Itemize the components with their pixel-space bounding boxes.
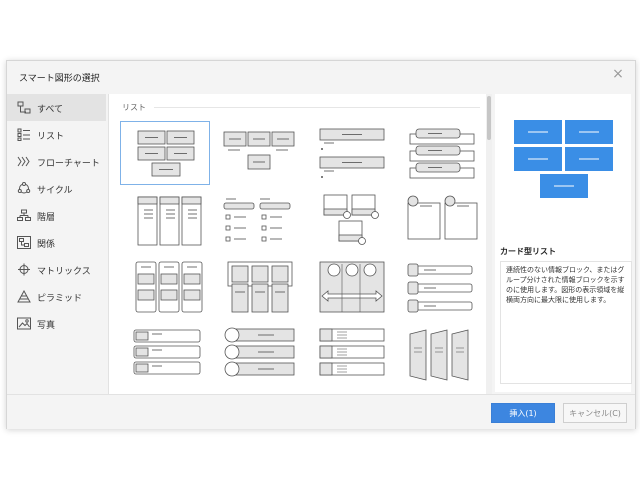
preview-image xyxy=(514,120,613,198)
dialog-title: スマート図形の選択 xyxy=(19,74,100,84)
pyramid-icon xyxy=(17,290,31,303)
perspective-panels-thumbnail xyxy=(409,329,469,381)
shape-card-list[interactable] xyxy=(120,121,210,185)
smart-shape-dialog: スマート図形の選択 × すべて リスト フローチャート サイクル 階層 関係 マ… xyxy=(6,60,636,429)
grouped-list-thumbnail xyxy=(223,131,295,170)
sidebar-item-label: 階層 xyxy=(37,213,56,223)
matrix-icon xyxy=(18,263,30,276)
sidebar-item-hierarchy[interactable]: 階層 xyxy=(7,202,106,229)
hierarchy-icon xyxy=(17,209,31,221)
preview-description: 連続性のない情報ブロック、またはグループ分けされた情報ブロックを示すのに使用しま… xyxy=(500,261,632,384)
shape-bar-list[interactable] xyxy=(308,121,398,185)
flowchart-icon xyxy=(17,156,30,167)
sidebar-item-label: フローチャート xyxy=(37,159,100,169)
section-divider xyxy=(154,107,480,108)
shape-arrow-columns[interactable] xyxy=(308,256,398,320)
detail-bars-thumbnail xyxy=(319,328,385,376)
sidebar-item-matrix[interactable]: マトリックス xyxy=(7,256,106,283)
sidebar-item-cycle[interactable]: サイクル xyxy=(7,175,106,202)
shape-tab-columns[interactable] xyxy=(120,256,210,320)
cancel-button[interactable]: キャンセル(C) xyxy=(563,403,627,423)
circle-bars-thumbnail xyxy=(224,327,295,377)
column-list-thumbnail xyxy=(137,196,202,246)
checklist-thumbnail xyxy=(223,198,291,242)
gallery-scrollbar[interactable] xyxy=(486,94,492,394)
sidebar-item-label: サイクル xyxy=(37,186,73,196)
sidebar-item-label: マトリックス xyxy=(37,267,91,277)
block-columns-thumbnail xyxy=(227,261,293,313)
shape-perspective-panels[interactable] xyxy=(402,324,487,388)
list-icon xyxy=(17,128,30,141)
preview-title: カード型リスト xyxy=(500,247,556,256)
shape-detail-bars[interactable] xyxy=(308,324,398,388)
shape-block-columns[interactable] xyxy=(214,256,304,320)
shape-picture-list[interactable] xyxy=(308,189,398,253)
stacked-list-thumbnail xyxy=(409,128,475,179)
shape-stacked-list[interactable] xyxy=(402,121,487,185)
shape-circle-header-list[interactable] xyxy=(402,189,487,253)
preview-panel: カード型リスト 連続性のない情報ブロック、またはグループ分けされた情報ブロックを… xyxy=(495,94,632,392)
sidebar-item-label: ピラミッド xyxy=(37,294,83,304)
sidebar-item-pyramid[interactable]: ピラミッド xyxy=(7,283,106,310)
sidebar-item-flowchart[interactable]: フローチャート xyxy=(7,148,106,175)
section-label: リスト xyxy=(122,103,146,112)
relationship-icon xyxy=(17,236,31,249)
shape-column-list[interactable] xyxy=(120,189,210,253)
stacked-bars-thumbnail xyxy=(133,329,201,375)
sidebar-item-photo[interactable]: 写真 xyxy=(7,310,106,337)
shape-grouped-list[interactable] xyxy=(214,121,304,185)
tab-columns-thumbnail xyxy=(135,261,203,313)
arrow-columns-thumbnail xyxy=(319,261,385,313)
dialog-footer: 挿入(1) キャンセル(C) xyxy=(7,394,635,429)
shape-circle-bars[interactable] xyxy=(214,324,304,388)
sidebar-item-label: リスト xyxy=(37,132,65,142)
card-list-thumbnail xyxy=(137,130,195,177)
sidebar-item-all[interactable]: すべて xyxy=(7,94,106,121)
sidebar-item-relationship[interactable]: 関係 xyxy=(7,229,106,256)
shape-tag-list[interactable] xyxy=(402,256,487,320)
photo-icon xyxy=(17,317,31,330)
cycle-icon xyxy=(17,182,31,194)
insert-button[interactable]: 挿入(1) xyxy=(491,403,555,423)
circle-header-list-thumbnail xyxy=(407,195,478,240)
bar-list-thumbnail xyxy=(319,128,385,178)
tag-list-thumbnail xyxy=(407,263,473,313)
close-icon[interactable]: × xyxy=(611,67,625,81)
sidebar-item-list[interactable]: リスト xyxy=(7,121,106,148)
sidebar-item-label: すべて xyxy=(37,105,64,115)
shape-gallery: リスト xyxy=(108,94,487,394)
picture-list-thumbnail xyxy=(323,194,379,245)
category-sidebar: すべて リスト フローチャート サイクル 階層 関係 マトリックス ピラミッド … xyxy=(7,94,106,394)
scrollbar-thumb[interactable] xyxy=(487,96,491,140)
sidebar-item-label: 関係 xyxy=(37,240,56,250)
sidebar-item-label: 写真 xyxy=(37,321,56,331)
shape-stacked-bars[interactable] xyxy=(120,324,210,388)
shape-checklist[interactable] xyxy=(214,189,304,253)
all-shapes-icon xyxy=(17,101,31,114)
